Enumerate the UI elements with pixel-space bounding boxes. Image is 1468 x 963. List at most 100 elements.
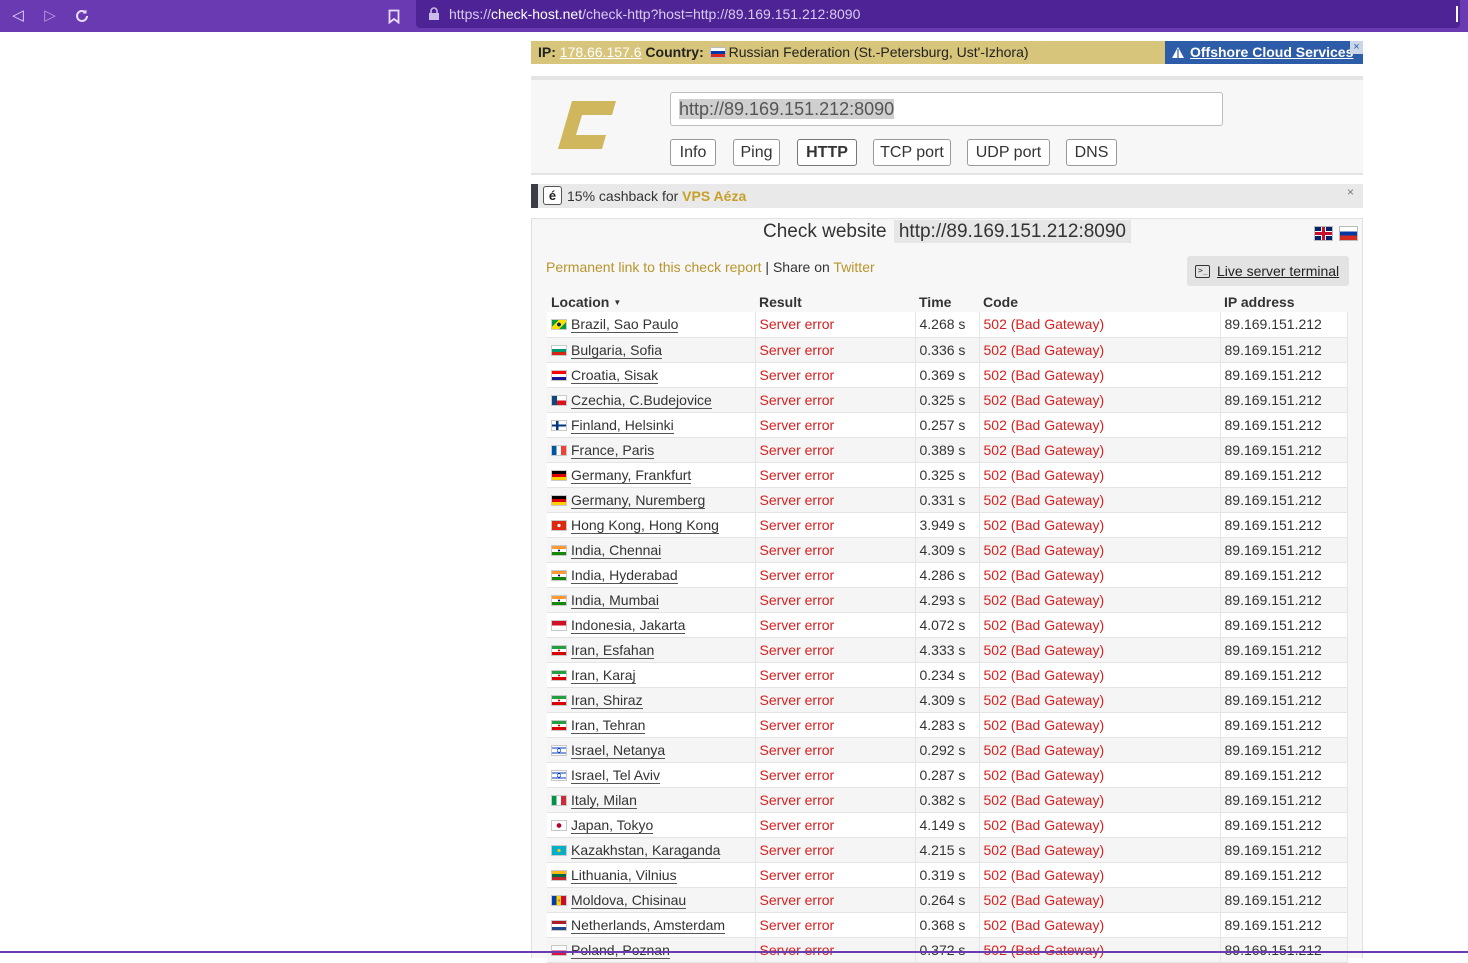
reload-icon[interactable]: [72, 6, 92, 26]
time-cell: 4.309 s: [914, 537, 979, 563]
result-cell: Server error: [754, 887, 915, 913]
ip-cell: 89.169.151.212: [1219, 837, 1348, 863]
location-link[interactable]: Japan, Tokyo: [571, 816, 654, 834]
location-link[interactable]: Poland, Poznan: [571, 941, 670, 959]
location-link[interactable]: Finland, Helsinki: [571, 416, 674, 434]
location-cell: Indonesia, Jakarta: [547, 612, 755, 638]
col-ip: IP address: [1224, 294, 1295, 310]
location-cell: Bulgaria, Sofia: [547, 337, 755, 363]
time-cell: 4.149 s: [914, 812, 979, 838]
table-row: France, Paris Server error 0.389 s 502 (Bad…: [547, 437, 1348, 463]
result-cell: Server error: [754, 637, 915, 663]
offshore-banner[interactable]: Offshore Cloud Services ×: [1165, 41, 1363, 64]
results-table: Location ▼ Result Time Code IP address Br…: [547, 289, 1348, 963]
info-button[interactable]: Info: [670, 139, 716, 166]
time-cell: 4.268 s: [914, 312, 979, 338]
time-cell: 4.072 s: [914, 612, 979, 638]
ip-cell: 89.169.151.212: [1219, 612, 1348, 638]
ip-cell: 89.169.151.212: [1219, 337, 1348, 363]
http-button[interactable]: HTTP: [797, 139, 857, 166]
aeza-icon: é: [543, 186, 562, 205]
page-title: Check website http://89.169.151.212:8090: [532, 220, 1362, 243]
location-link[interactable]: Iran, Karaj: [571, 666, 636, 684]
location-cell: Germany, Nuremberg: [547, 487, 755, 513]
dns-button[interactable]: DNS: [1066, 139, 1117, 166]
result-cell: Server error: [754, 437, 915, 463]
table-row: Netherlands, Amsterdam Server error 0.368 …: [547, 912, 1348, 938]
result-cell: Server error: [754, 687, 915, 713]
location-link[interactable]: Israel, Tel Aviv: [571, 766, 660, 784]
ip-info-bar: IP: 178.66.157.6 Country: Russian Federa…: [531, 41, 1363, 64]
close-icon[interactable]: ×: [1350, 41, 1363, 54]
location-link[interactable]: Kazakhstan, Karaganda: [571, 841, 721, 859]
time-cell: 0.369 s: [914, 362, 979, 388]
location-link[interactable]: Germany, Frankfurt: [571, 466, 692, 484]
ip-cell: 89.169.151.212: [1219, 737, 1348, 763]
bookmark-icon[interactable]: [384, 6, 404, 26]
tcp-port-button[interactable]: TCP port: [873, 139, 951, 166]
result-cell: Server error: [754, 312, 915, 338]
result-cell: Server error: [754, 587, 915, 613]
back-icon[interactable]: ◁: [8, 6, 28, 26]
table-row: Brazil, Sao Paulo Server error 4.268 s 502 …: [547, 312, 1348, 338]
live-terminal-button[interactable]: >_ Live server terminal: [1187, 256, 1349, 286]
location-link[interactable]: India, Chennai: [571, 541, 662, 559]
permanent-link[interactable]: Permanent link to this check report: [546, 259, 762, 275]
location-link[interactable]: Israel, Netanya: [571, 741, 666, 759]
code-cell: 502 (Bad Gateway): [978, 712, 1220, 738]
in-flag-icon: [551, 594, 567, 606]
location-link[interactable]: Lithuania, Vilnius: [571, 866, 677, 884]
ping-button[interactable]: Ping: [733, 139, 780, 166]
location-link[interactable]: Bulgaria, Sofia: [571, 341, 663, 359]
code-cell: 502 (Bad Gateway): [978, 812, 1220, 838]
location-link[interactable]: Indonesia, Jakarta: [571, 616, 686, 634]
location-cell: Czechia, C.Budejovice: [547, 387, 755, 413]
ip-cell: 89.169.151.212: [1219, 462, 1348, 488]
location-link[interactable]: Hong Kong, Hong Kong: [571, 516, 719, 534]
url-text: https://check-host.net/check-http?host=h…: [449, 6, 861, 22]
location-link[interactable]: Czechia, C.Budejovice: [571, 391, 712, 409]
location-link[interactable]: Iran, Shiraz: [571, 691, 643, 709]
location-link[interactable]: Croatia, Sisak: [571, 366, 659, 384]
location-link[interactable]: India, Mumbai: [571, 591, 659, 609]
location-link[interactable]: Iran, Tehran: [571, 716, 646, 734]
location-link[interactable]: France, Paris: [571, 441, 655, 459]
ip-link[interactable]: 178.66.157.6: [560, 44, 642, 60]
offshore-link[interactable]: Offshore Cloud Services: [1190, 44, 1353, 60]
location-link[interactable]: Germany, Nuremberg: [571, 491, 706, 509]
location-link[interactable]: Iran, Esfahan: [571, 641, 655, 659]
table-row: India, Chennai Server error 4.309 s 502 (Ba…: [547, 537, 1348, 563]
col-location[interactable]: Location ▼: [547, 289, 755, 312]
udp-port-button[interactable]: UDP port: [967, 139, 1050, 166]
location-cell: India, Mumbai: [547, 587, 755, 613]
location-link[interactable]: Italy, Milan: [571, 791, 637, 809]
browser-toolbar: ◁ ▷ https://check-host.net/check-http?ho…: [0, 0, 1468, 32]
table-row: Lithuania, Vilnius Server error 0.319 s 502…: [547, 862, 1348, 888]
code-cell: 502 (Bad Gateway): [978, 437, 1220, 463]
time-cell: 0.325 s: [914, 462, 979, 488]
ip-cell: 89.169.151.212: [1219, 387, 1348, 413]
location-link[interactable]: Moldova, Chisinau: [571, 891, 687, 909]
country-label: Country:: [645, 44, 704, 60]
promo-brand-link[interactable]: VPS Aéza: [682, 188, 746, 204]
location-link[interactable]: Brazil, Sao Paulo: [571, 316, 679, 334]
close-icon[interactable]: ×: [1347, 185, 1354, 199]
host-input[interactable]: http://89.169.151.212:8090: [670, 92, 1223, 126]
location-cell: Finland, Helsinki: [547, 412, 755, 438]
ip-cell: 89.169.151.212: [1219, 787, 1348, 813]
de-flag-icon: [551, 494, 567, 506]
in-flag-icon: [551, 569, 567, 581]
location-link[interactable]: India, Hyderabad: [571, 566, 678, 584]
result-cell: Server error: [754, 412, 915, 438]
ip-cell: 89.169.151.212: [1219, 812, 1348, 838]
location-link[interactable]: Netherlands, Amsterdam: [571, 916, 726, 934]
time-cell: 0.257 s: [914, 412, 979, 438]
address-bar[interactable]: https://check-host.net/check-http?host=h…: [416, 0, 1460, 28]
sail-icon: [1172, 47, 1184, 58]
english-flag-icon[interactable]: [1314, 226, 1333, 241]
code-cell: 502 (Bad Gateway): [978, 312, 1220, 338]
russian-flag-icon[interactable]: [1339, 226, 1358, 241]
twitter-link[interactable]: Twitter: [833, 259, 874, 275]
location-cell: India, Chennai: [547, 537, 755, 563]
forward-icon[interactable]: ▷: [40, 6, 60, 26]
